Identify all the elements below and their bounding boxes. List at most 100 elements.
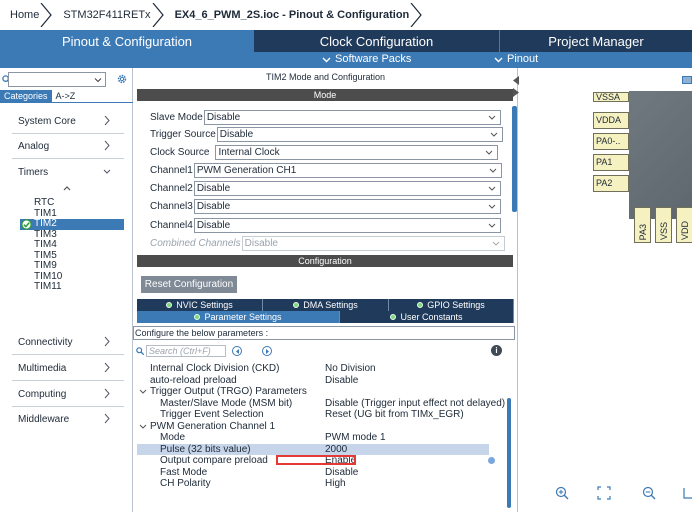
reset-configuration-button[interactable]: Reset Configuration (141, 276, 237, 293)
view-mode-tab[interactable] (682, 76, 692, 84)
category-label: Multimedia (18, 362, 67, 374)
slave-mode-select[interactable]: Disable (203, 109, 501, 125)
chevron-down-icon (488, 115, 496, 120)
chevron-right-icon (104, 413, 110, 424)
zoom-in-icon[interactable] (555, 486, 569, 500)
collapse-right-icon[interactable] (513, 88, 519, 97)
combined-channels-select: Disable (241, 235, 505, 251)
category-connectivity[interactable]: Connectivity (0, 331, 133, 353)
select-value: Disable (244, 237, 278, 249)
category-search-input[interactable] (8, 72, 106, 87)
tab-a-to-z[interactable]: A->Z (52, 90, 80, 102)
param-row[interactable]: CH Polarity High (133, 478, 513, 490)
tab-parameter-settings[interactable]: Parameter Settings (137, 311, 340, 323)
param-value: Disable (325, 466, 359, 478)
pin-vdda[interactable]: VDDA (593, 112, 629, 129)
configure-hint: Configure the below parameters : (133, 326, 515, 340)
param-value: PWM mode 1 (325, 432, 386, 443)
sort-icon[interactable] (63, 185, 71, 193)
panel-title: TIM2 Mode and Configuration (265, 72, 386, 82)
param-row[interactable]: Mode PWM mode 1 (133, 432, 513, 444)
tab-pinout-configuration[interactable]: Pinout & Configuration (0, 30, 254, 52)
timer-item-tim9[interactable]: TIM9 (34, 260, 124, 272)
pinout-view: VSSA VDDA PA0-.. PA1 PA2 PA3 VSS VDD (513, 68, 692, 512)
collapse-left-icon[interactable] (513, 76, 519, 85)
pin-pa1[interactable]: PA1 (593, 154, 629, 171)
pin-label: VDD (680, 220, 690, 240)
main-tabs: Pinout & Configuration Clock Configurati… (0, 30, 692, 52)
tab-nvic-settings[interactable]: NVIC Settings (137, 299, 263, 311)
gear-icon[interactable] (116, 73, 128, 85)
divider (12, 354, 124, 355)
param-name: Master/Slave Mode (MSM bit) (160, 397, 293, 409)
category-label: Middleware (18, 413, 70, 425)
timer-item-tim2[interactable]: TIM2 (20, 218, 124, 230)
category-middleware[interactable]: Middleware (0, 408, 133, 430)
timer-item-rtc[interactable]: RTC (34, 197, 124, 209)
field-label: Trigger Source (150, 128, 216, 140)
param-row[interactable]: Trigger Event Selection Reset (UG bit fr… (133, 409, 513, 421)
channel3-select[interactable]: Disable (193, 198, 501, 214)
tab-user-constants[interactable]: User Constants (340, 311, 514, 323)
fit-to-screen-icon[interactable] (597, 486, 611, 500)
channel2-select[interactable]: Disable (193, 180, 501, 196)
param-row[interactable]: Internal Clock Division (CKD) No Divisio… (133, 363, 513, 375)
crumb-home[interactable]: Home (0, 0, 53, 30)
param-row[interactable]: Fast Mode Disable (133, 467, 513, 479)
channel4-select[interactable]: Disable (193, 217, 501, 233)
parameter-scrollbar[interactable] (507, 398, 511, 508)
tab-dma-settings[interactable]: DMA Settings (263, 299, 389, 311)
tab-clock-configuration[interactable]: Clock Configuration (254, 30, 500, 52)
trigger-source-select[interactable]: Disable (216, 126, 503, 142)
category-system-core[interactable]: System Core (0, 110, 133, 132)
timer-item-tim4[interactable]: TIM4 (34, 239, 124, 251)
chevron-down-icon (488, 223, 496, 228)
param-group-row[interactable]: Trigger Output (TRGO) Parameters (133, 386, 513, 398)
param-name: auto-reload preload (150, 374, 237, 386)
param-row-selected[interactable]: Pulse (32 bits value) 2000 (137, 443, 489, 455)
category-analog[interactable]: Analog (0, 135, 133, 157)
pin-pa2[interactable]: PA2 (593, 175, 629, 192)
chevron-down-icon (139, 424, 147, 429)
channel1-row: Channel1 PWM Generation CH1 (150, 162, 502, 178)
search-previous-button[interactable] (232, 346, 242, 356)
chevron-right-icon (104, 362, 110, 373)
parameter-search-input[interactable]: Search (Ctrl+F) (146, 345, 226, 357)
pinout-menu[interactable]: Pinout (494, 53, 538, 65)
zoom-out-icon[interactable] (642, 486, 656, 500)
combined-channels-row: Combined Channels Disable (150, 235, 505, 251)
param-name: Trigger Event Selection (160, 409, 264, 420)
pin-pa3[interactable]: PA3 (634, 207, 651, 243)
tab-gpio-settings[interactable]: GPIO Settings (389, 299, 514, 311)
divider (12, 380, 124, 381)
more-tools-icon[interactable] (682, 486, 692, 500)
pin-vss[interactable]: VSS (655, 207, 672, 243)
clock-source-select[interactable]: Internal Clock (215, 144, 499, 160)
category-timers[interactable]: Timers (0, 161, 133, 183)
pin-pa0[interactable]: PA0-.. (593, 133, 629, 150)
tab-label: User Constants (400, 312, 463, 322)
param-group-row[interactable]: PWM Generation Channel 1 (133, 421, 513, 433)
chevron-down-icon (492, 241, 499, 246)
tab-project-manager[interactable]: Project Manager (500, 30, 692, 52)
tab-categories[interactable]: Categories (0, 90, 52, 102)
category-computing[interactable]: Computing (0, 383, 133, 405)
mode-scrollbar[interactable] (512, 106, 517, 212)
divider (12, 406, 124, 407)
pin-vssa[interactable]: VSSA (593, 92, 629, 102)
pin-vdd[interactable]: VDD (676, 207, 692, 243)
search-next-button[interactable] (262, 346, 272, 356)
crumb-device[interactable]: STM32F411RETx (53, 0, 164, 30)
software-packs-menu[interactable]: Software Packs (322, 53, 411, 65)
category-tabs: Categories A->Z (0, 90, 133, 103)
channel1-select[interactable]: PWM Generation CH1 (193, 162, 502, 178)
info-icon[interactable]: i (491, 345, 502, 356)
field-label: Channel3 (150, 200, 193, 212)
param-row[interactable]: Master/Slave Mode (MSM bit) Disable (Tri… (133, 398, 513, 410)
param-row[interactable]: auto-reload preload Disable (133, 375, 513, 387)
chevron-down-icon (488, 204, 496, 209)
timer-item-tim11[interactable]: TIM11 (34, 281, 124, 293)
crumb-project[interactable]: EX4_6_PWM_2S.ioc - Pinout & Configuratio… (165, 0, 424, 30)
chevron-down-icon (486, 150, 493, 155)
category-multimedia[interactable]: Multimedia (0, 357, 133, 379)
